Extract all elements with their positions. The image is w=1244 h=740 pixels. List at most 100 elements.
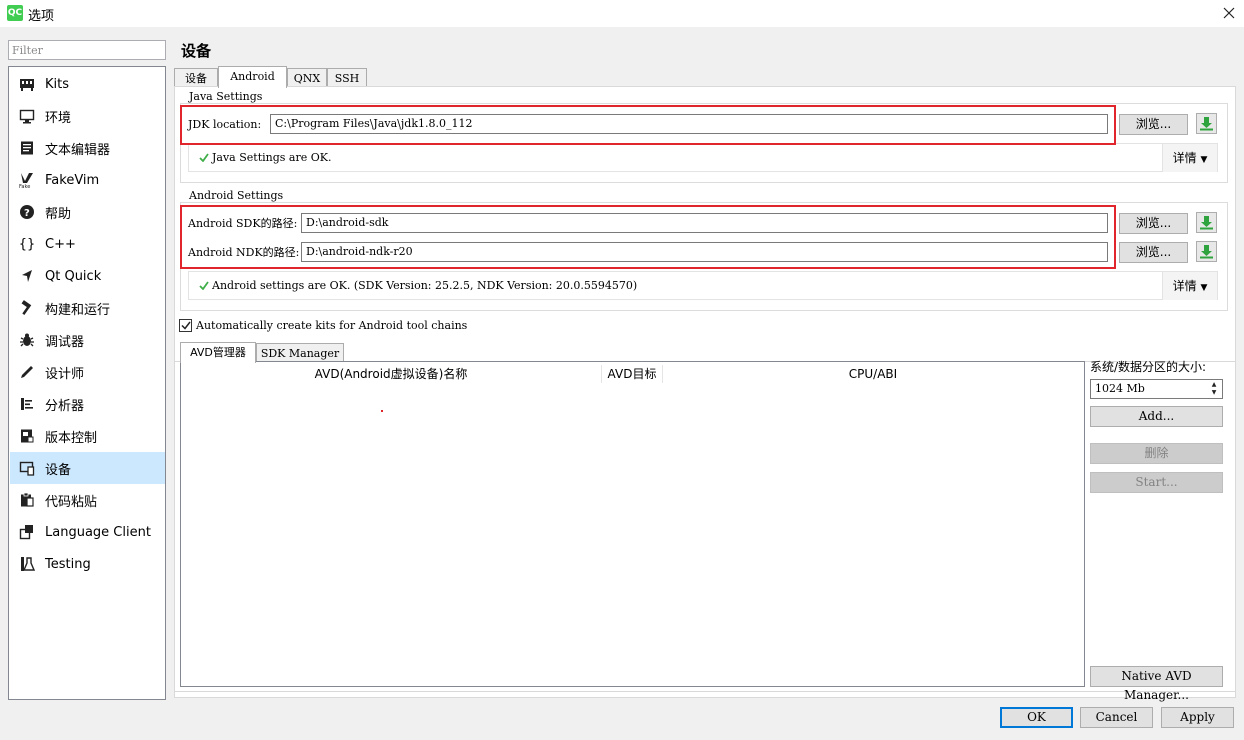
column-header-avd-target[interactable]: AVD目标 <box>602 362 662 386</box>
android-settings-title: Android Settings <box>186 190 287 202</box>
sidebar-item-text-editor[interactable]: 文本编辑器 <box>10 132 165 164</box>
android-status-text: Android settings are OK. (SDK Version: 2… <box>212 279 638 292</box>
java-settings-title: Java Settings <box>186 91 266 103</box>
jdk-location-label: JDK location: <box>188 118 262 131</box>
check-icon <box>199 281 209 290</box>
apply-button[interactable]: Apply <box>1161 707 1234 728</box>
avd-table[interactable]: AVD(Android虚拟设备)名称 AVD目标 CPU/ABI <box>180 361 1085 687</box>
partition-size-value: 1024 Mb <box>1095 382 1145 395</box>
sidebar-item-help[interactable]: ? 帮助 <box>10 196 165 228</box>
sidebar-item-language-client[interactable]: Language Client <box>10 516 165 548</box>
ndk-browse-button[interactable]: 浏览... <box>1119 242 1188 263</box>
column-header-cpu-abi[interactable]: CPU/ABI <box>663 362 1083 386</box>
tab-android[interactable]: Android <box>218 66 287 88</box>
help-icon: ? <box>18 203 36 221</box>
sidebar-item-label: 分析器 <box>45 398 85 414</box>
java-details-button[interactable]: 详情 ▼ <box>1162 144 1217 172</box>
android-details-button[interactable]: 详情 ▼ <box>1162 272 1217 300</box>
clipboard-icon <box>18 491 36 509</box>
fakevim-icon: Fake <box>18 171 36 189</box>
app-icon: QC <box>7 5 23 21</box>
tab-sdk-manager[interactable]: SDK Manager <box>256 343 344 362</box>
sdk-path-field[interactable]: D:\android-sdk <box>301 213 1108 233</box>
auto-create-kits-label: Automatically create kits for Android to… <box>196 319 468 332</box>
sidebar-item-testing[interactable]: Testing <box>10 548 165 580</box>
sidebar-item-label: C++ <box>45 236 76 252</box>
jdk-location-field[interactable]: C:\Program Files\Java\jdk1.8.0_112 <box>270 114 1108 134</box>
sdk-download-button[interactable] <box>1196 212 1217 233</box>
jdk-browse-button[interactable]: 浏览... <box>1119 114 1188 135</box>
sidebar-item-kits[interactable]: Kits <box>10 68 165 100</box>
hammer-icon <box>18 299 36 317</box>
device-icon <box>18 459 36 477</box>
sidebar-item-label: Kits <box>45 76 70 92</box>
tab-devices[interactable]: 设备 <box>174 68 218 88</box>
details-label: 详情 <box>1172 279 1197 293</box>
details-label: 详情 <box>1172 151 1197 165</box>
pencil-icon <box>18 363 36 381</box>
java-status-text: Java Settings are OK. <box>212 151 332 164</box>
testing-icon <box>18 555 36 573</box>
braces-icon: {} <box>18 236 36 252</box>
partition-size-label: 系统/数据分区的大小: <box>1090 360 1207 374</box>
jdk-download-button[interactable] <box>1196 113 1217 134</box>
ndk-path-field[interactable]: D:\android-ndk-r20 <box>301 242 1108 262</box>
avd-delete-button[interactable]: 删除 <box>1090 443 1223 464</box>
sidebar-item-label: 调试器 <box>45 334 85 350</box>
sidebar-item-fakevim[interactable]: Fake FakeVim <box>10 164 165 196</box>
column-header-avd-name[interactable]: AVD(Android虚拟设备)名称 <box>181 362 601 386</box>
tab-avd-manager[interactable]: AVD管理器 <box>180 342 256 363</box>
avd-start-button[interactable]: Start... <box>1090 472 1223 493</box>
kits-icon <box>18 75 36 93</box>
monitor-icon <box>18 107 36 125</box>
filter-input[interactable] <box>8 40 166 60</box>
sidebar-item-build-run[interactable]: 构建和运行 <box>10 292 165 324</box>
partition-size-spinbox[interactable]: 1024 Mb ▲ ▼ <box>1090 379 1223 399</box>
chevron-down-icon: ▼ <box>1200 283 1208 293</box>
sidebar-item-debugger[interactable]: 调试器 <box>10 324 165 356</box>
ndk-path-label: Android NDK的路径: <box>188 246 300 259</box>
sidebar-item-code-paste[interactable]: 代码粘贴 <box>10 484 165 516</box>
ok-button[interactable]: OK <box>1000 707 1073 728</box>
ndk-download-button[interactable] <box>1196 241 1217 262</box>
tab-ssh[interactable]: SSH <box>327 68 367 88</box>
sidebar-item-environment[interactable]: 环境 <box>10 100 165 132</box>
sidebar-item-analyzer[interactable]: 分析器 <box>10 388 165 420</box>
sidebar-item-version-control[interactable]: 版本控制 <box>10 420 165 452</box>
sidebar-item-label: 构建和运行 <box>45 302 111 318</box>
svg-text:Fake: Fake <box>19 184 30 188</box>
bug-icon <box>18 331 36 349</box>
sidebar-item-devices[interactable]: 设备 <box>10 452 165 484</box>
sidebar-item-label: 版本控制 <box>45 430 98 446</box>
java-status-box <box>188 143 1218 172</box>
sidebar-item-designer[interactable]: 设计师 <box>10 356 165 388</box>
sidebar-item-label: Testing <box>45 556 91 572</box>
native-avd-manager-button[interactable]: Native AVD Manager... <box>1090 666 1223 702</box>
sidebar-item-label: 设备 <box>45 462 72 478</box>
auto-create-kits-checkbox[interactable] <box>179 319 192 332</box>
text-editor-icon <box>18 139 36 157</box>
qtquick-icon <box>18 267 36 285</box>
download-icon <box>1200 216 1213 230</box>
sidebar-item-cpp[interactable]: {} C++ <box>10 228 165 260</box>
download-icon <box>1200 245 1213 259</box>
sidebar-item-label: 设计师 <box>45 366 85 382</box>
check-icon <box>199 153 209 162</box>
sdk-browse-button[interactable]: 浏览... <box>1119 213 1188 234</box>
window-title: 选项 <box>28 9 55 24</box>
sidebar-item-label: Language Client <box>45 524 151 540</box>
tab-qnx[interactable]: QNX <box>287 68 327 88</box>
cancel-button[interactable]: Cancel <box>1080 707 1153 728</box>
analyzer-icon <box>18 395 36 413</box>
spin-arrows-icon[interactable]: ▲ ▼ <box>1208 381 1220 397</box>
language-client-icon <box>18 523 36 541</box>
chevron-down-icon: ▼ <box>1200 155 1208 165</box>
sidebar-item-label: 文本编辑器 <box>45 142 111 158</box>
avd-add-button[interactable]: Add... <box>1090 406 1223 427</box>
svg-text:?: ? <box>24 208 30 219</box>
title-bar: QC 选项 <box>0 0 1244 27</box>
sdk-path-label: Android SDK的路径: <box>188 217 298 230</box>
close-button[interactable] <box>1214 0 1244 27</box>
download-icon <box>1200 117 1213 131</box>
sidebar-item-qtquick[interactable]: Qt Quick <box>10 260 165 292</box>
